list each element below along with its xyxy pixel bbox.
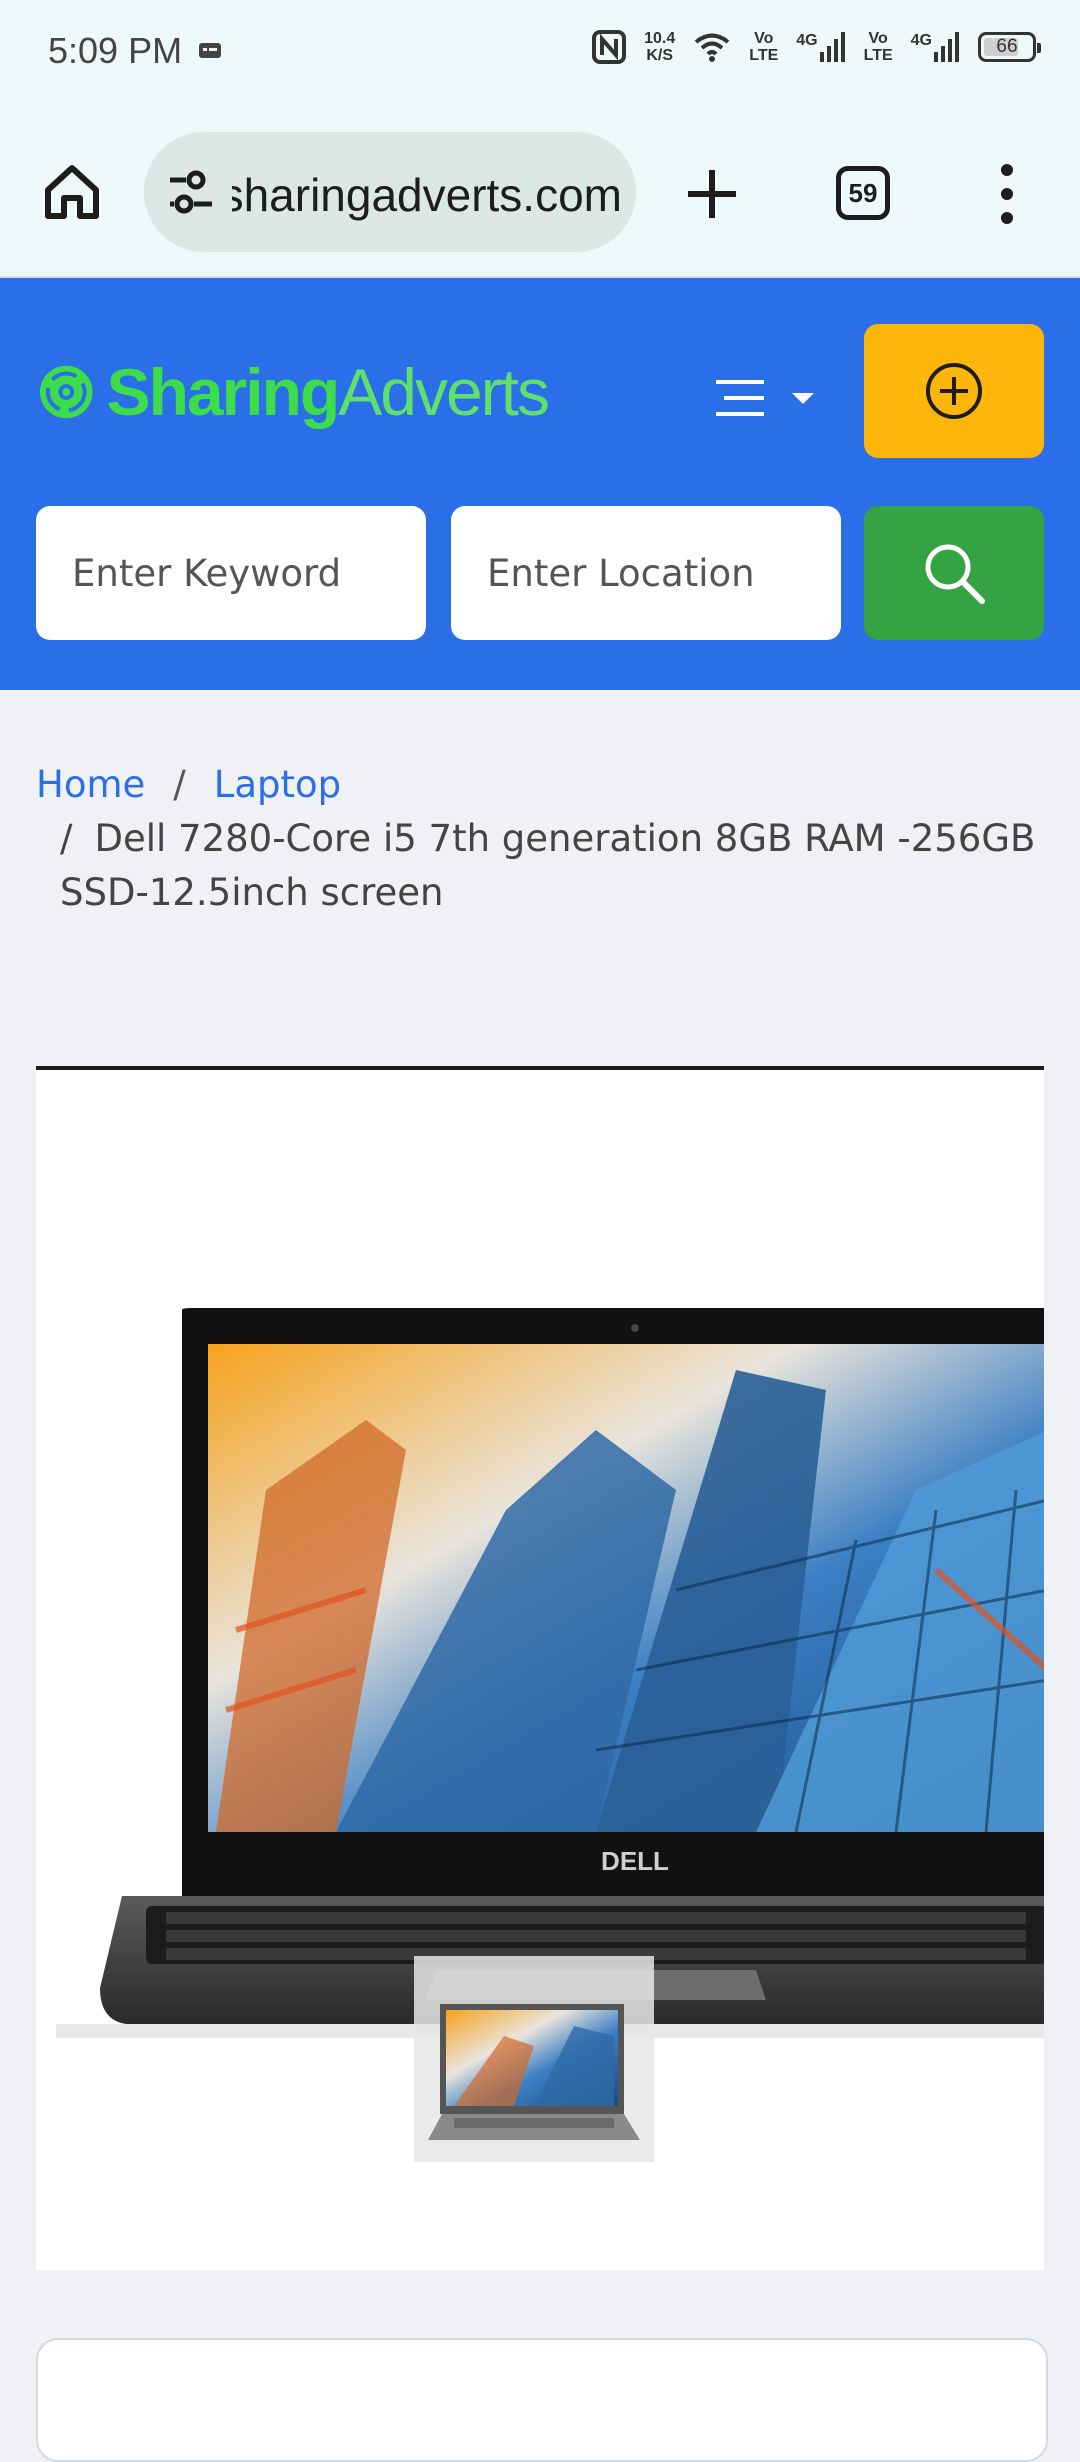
site-logo[interactable]: SharingAdverts [38,332,550,452]
status-bar: 5:09 PM 10.4 K/S Vo LTE 4G Vo LTE 4G 66 [0,0,1080,110]
breadcrumb: Home / Laptop / Dell 7280-Core i5 7th gener… [36,758,1046,914]
more-menu-icon[interactable] [992,162,1022,226]
network-speed: 10.4 K/S [644,30,675,64]
device-brand-label: DELL [601,1846,669,1876]
post-ad-button[interactable] [864,324,1044,458]
logo-text: SharingAdverts [106,354,550,430]
home-icon[interactable] [42,162,102,222]
wifi-icon [694,33,730,62]
logo-text-adverts: Adverts [338,355,550,429]
breadcrumb-category-link[interactable]: Laptop [214,763,341,806]
product-info-card [36,2338,1048,2462]
thumbnail-image [428,2004,640,2140]
message-notification-icon [199,43,221,58]
keyword-input[interactable]: Enter Keyword [36,506,426,640]
address-bar[interactable]: sharingadverts.com [144,132,636,252]
network-speed-unit: K/S [646,47,674,64]
new-tab-icon[interactable] [684,166,740,222]
signal-2: 4G [911,32,960,62]
network-type-1: 4G [796,32,818,49]
logo-icon [39,365,93,419]
site-header: SharingAdverts Enter Keyword Enter Locat… [0,278,1080,690]
url-text[interactable]: sharingadverts.com [232,168,622,222]
status-time: 5:09 PM [48,30,183,71]
battery-level: 66 [996,36,1018,57]
browser-toolbar: sharingadverts.com 59 [0,110,1080,278]
nfc-icon [592,30,627,64]
signal-bars-icon [934,32,959,62]
gallery-thumbnail[interactable] [414,1956,654,2162]
battery-indicator: 66 [978,32,1041,62]
search-icon [925,544,985,604]
breadcrumb-current-title: Dell 7280-Core i5 7th generation 8GB RAM… [60,817,1036,914]
network-speed-value: 10.4 [644,30,676,47]
product-image-gallery[interactable]: DELL [36,1066,1044,2270]
signal-bars-icon [819,32,845,62]
plus-circle-icon [926,363,982,419]
signal-1: 4G [796,32,845,62]
breadcrumb-separator: / [60,817,73,860]
breadcrumb-separator: / [173,763,186,806]
location-input[interactable]: Enter Location [451,506,841,640]
volte-label-2: Vo LTE [863,30,893,64]
breadcrumb-current: / Dell 7280-Core i5 7th generation 8GB RA… [60,812,1040,920]
breadcrumb-home-link[interactable]: Home [36,763,145,806]
volte-label-1: Vo LTE [749,30,779,64]
tab-switcher-button[interactable]: 59 [836,166,890,220]
nav-menu-toggle-icon[interactable] [714,368,824,428]
logo-text-sharing: Sharing [106,355,341,429]
search-button[interactable] [864,506,1044,640]
status-indicators: 10.4 K/S Vo LTE 4G Vo LTE 4G 66 [592,30,1041,64]
site-settings-icon[interactable] [166,170,216,214]
network-type-2: 4G [910,32,932,49]
